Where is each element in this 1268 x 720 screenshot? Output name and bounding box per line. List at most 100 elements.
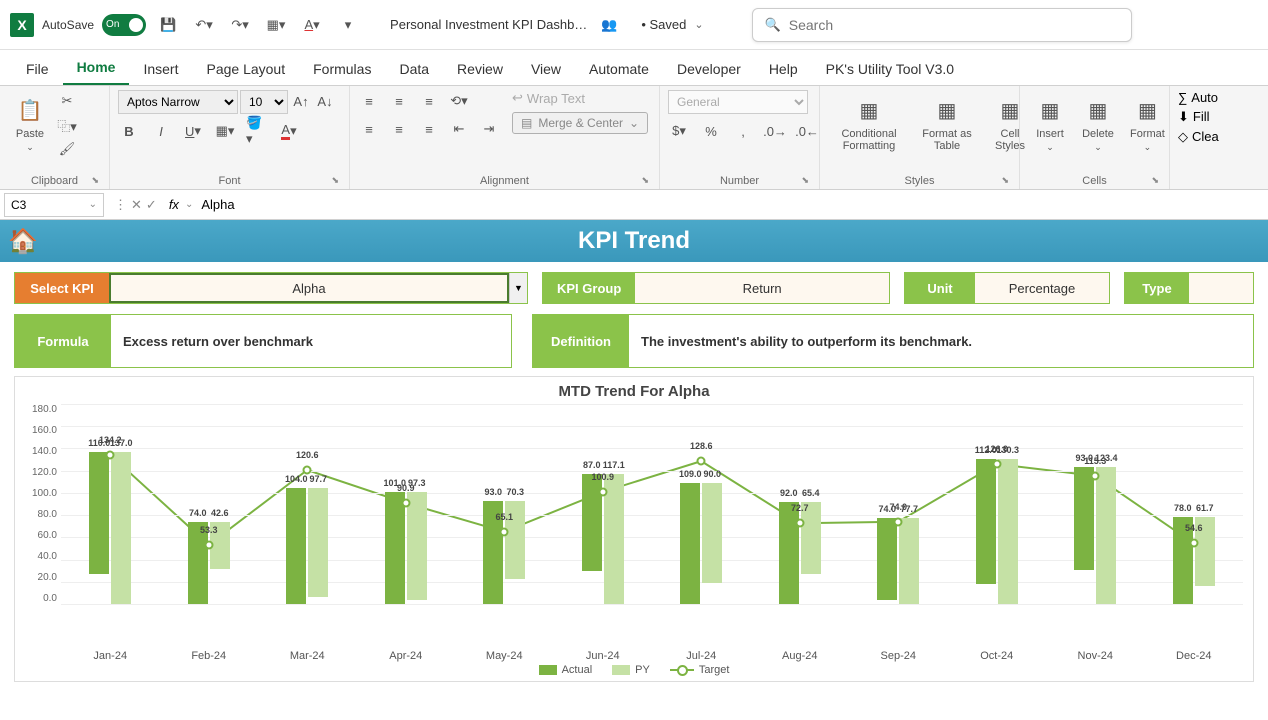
x-axis: Jan-24Feb-24Mar-24Apr-24May-24Jun-24Jul-… bbox=[61, 644, 1243, 662]
formula-input[interactable] bbox=[193, 197, 1268, 212]
decrease-font-icon[interactable]: A↓ bbox=[314, 90, 336, 112]
comma-icon[interactable]: , bbox=[732, 120, 754, 142]
tab-review[interactable]: Review bbox=[443, 53, 517, 85]
format-icon: ▦ bbox=[1131, 94, 1163, 126]
conditional-formatting-button[interactable]: ▦Conditional Formatting bbox=[828, 90, 910, 156]
cut-icon[interactable]: ✂ bbox=[56, 90, 78, 112]
group-alignment-label: Alignment bbox=[358, 173, 651, 189]
chevron-down-icon[interactable]: ⌄ bbox=[694, 18, 703, 31]
underline-icon[interactable]: U▾ bbox=[182, 120, 204, 142]
save-icon[interactable]: 💾 bbox=[154, 11, 182, 39]
dashboard: 🏠 KPI Trend Select KPI Alpha ▼ KPI Group… bbox=[0, 220, 1268, 682]
type-card: Type bbox=[1124, 272, 1254, 304]
formula-card: Formula Excess return over benchmark bbox=[14, 314, 512, 368]
percent-icon[interactable]: % bbox=[700, 120, 722, 142]
fx-icon[interactable]: fx bbox=[163, 197, 185, 212]
expand-icon[interactable]: ⋮ bbox=[114, 197, 127, 213]
paste-button[interactable]: 📋 Paste ⌄ bbox=[8, 90, 52, 157]
tab-data[interactable]: Data bbox=[385, 53, 443, 85]
fill-button[interactable]: ⬇Fill bbox=[1178, 109, 1210, 125]
document-title: Personal Investment KPI Dashb… bbox=[390, 17, 587, 32]
name-box[interactable]: C3⌄ bbox=[4, 193, 104, 217]
tab-automate[interactable]: Automate bbox=[575, 53, 663, 85]
undo-icon[interactable]: ↶▾ bbox=[190, 11, 218, 39]
tab-formulas[interactable]: Formulas bbox=[299, 53, 385, 85]
chart-container: MTD Trend For Alpha 180.0160.0140.0120.0… bbox=[14, 376, 1254, 682]
unit-card: Unit Percentage bbox=[904, 272, 1110, 304]
delete-cells-button[interactable]: ▦Delete⌄ bbox=[1076, 90, 1120, 157]
font-color-icon[interactable]: A▾ bbox=[298, 11, 326, 39]
align-center-icon[interactable]: ≡ bbox=[388, 118, 410, 140]
search-input[interactable] bbox=[789, 17, 1119, 33]
formula-value: Excess return over benchmark bbox=[111, 315, 511, 367]
table-icon: ▦ bbox=[931, 94, 963, 126]
tab-view[interactable]: View bbox=[517, 53, 575, 85]
tab-file[interactable]: File bbox=[12, 53, 63, 85]
font-name-select[interactable]: Aptos Narrow bbox=[118, 90, 238, 114]
align-left-icon[interactable]: ≡ bbox=[358, 118, 380, 140]
align-bottom-icon[interactable]: ≡ bbox=[418, 90, 440, 112]
kpi-dropdown-button[interactable]: ▼ bbox=[509, 273, 527, 303]
enter-icon[interactable]: ✓ bbox=[146, 197, 157, 213]
fx-chevron-icon[interactable]: ⌄ bbox=[185, 199, 193, 210]
currency-icon[interactable]: $▾ bbox=[668, 120, 690, 142]
decrease-decimal-icon[interactable]: .0← bbox=[796, 120, 818, 142]
select-kpi-label: Select KPI bbox=[15, 273, 109, 303]
group-clipboard-label: Clipboard bbox=[8, 173, 101, 189]
align-middle-icon[interactable]: ≡ bbox=[388, 90, 410, 112]
chevron-down-icon[interactable]: ⌄ bbox=[89, 199, 97, 210]
border-icon[interactable]: ▦▾ bbox=[214, 120, 236, 142]
decrease-indent-icon[interactable]: ⇤ bbox=[448, 118, 470, 140]
legend-swatch-py bbox=[612, 665, 630, 675]
tab-page-layout[interactable]: Page Layout bbox=[192, 53, 299, 85]
clear-icon: ◇ bbox=[1178, 129, 1188, 145]
tab-developer[interactable]: Developer bbox=[663, 53, 755, 85]
paste-icon: 📋 bbox=[14, 94, 46, 126]
fill-color-icon[interactable]: 🪣▾ bbox=[246, 120, 268, 142]
format-as-table-button[interactable]: ▦Format as Table bbox=[914, 90, 980, 156]
tab-utility[interactable]: PK's Utility Tool V3.0 bbox=[812, 53, 968, 85]
unit-label: Unit bbox=[905, 273, 975, 303]
autosave-toggle[interactable]: On bbox=[102, 14, 146, 36]
font-size-select[interactable]: 10 bbox=[240, 90, 288, 114]
bold-icon[interactable]: B bbox=[118, 120, 140, 142]
insert-cells-button[interactable]: ▦Insert⌄ bbox=[1028, 90, 1072, 157]
search-box[interactable]: 🔍 bbox=[752, 8, 1132, 42]
tab-insert[interactable]: Insert bbox=[129, 53, 192, 85]
align-right-icon[interactable]: ≡ bbox=[418, 118, 440, 140]
legend-line-target bbox=[670, 669, 694, 671]
orientation-icon[interactable]: ⟲▾ bbox=[448, 90, 470, 112]
autosum-button[interactable]: ∑Auto bbox=[1178, 90, 1218, 105]
formula-label: Formula bbox=[15, 315, 111, 367]
format-cells-button[interactable]: ▦Format⌄ bbox=[1124, 90, 1171, 157]
wrap-text-button[interactable]: ↩Wrap Text bbox=[512, 90, 648, 106]
clear-button[interactable]: ◇Clea bbox=[1178, 129, 1219, 145]
italic-icon[interactable]: I bbox=[150, 120, 172, 142]
merge-center-button[interactable]: ▤Merge & Center⌄ bbox=[512, 112, 648, 134]
copy-icon[interactable]: ⿻▾ bbox=[56, 114, 78, 136]
font-color-icon[interactable]: A▾ bbox=[278, 120, 300, 142]
home-icon[interactable]: 🏠 bbox=[8, 227, 38, 256]
search-icon: 🔍 bbox=[765, 17, 781, 33]
cancel-icon[interactable]: ✕ bbox=[131, 197, 142, 213]
increase-font-icon[interactable]: A↑ bbox=[290, 90, 312, 112]
dashboard-header: 🏠 KPI Trend bbox=[0, 220, 1268, 262]
chevron-down-icon: ⌄ bbox=[629, 116, 639, 130]
type-label: Type bbox=[1125, 273, 1189, 303]
increase-decimal-icon[interactable]: .0→ bbox=[764, 120, 786, 142]
formula-bar: C3⌄ ⋮ ✕ ✓ fx ⌄ bbox=[0, 190, 1268, 220]
saved-status[interactable]: • Saved bbox=[641, 17, 686, 32]
tab-help[interactable]: Help bbox=[755, 53, 812, 85]
borders-icon[interactable]: ▦▾ bbox=[262, 11, 290, 39]
customize-qat-icon[interactable]: ▾ bbox=[334, 11, 362, 39]
share-icon[interactable]: 👥 bbox=[595, 11, 623, 39]
number-format-select[interactable]: General bbox=[668, 90, 808, 114]
tab-home[interactable]: Home bbox=[63, 51, 130, 85]
select-kpi-value[interactable]: Alpha bbox=[109, 273, 509, 303]
format-painter-icon[interactable]: 🖌 bbox=[56, 138, 78, 160]
increase-indent-icon[interactable]: ⇥ bbox=[478, 118, 500, 140]
autosave-label: AutoSave bbox=[42, 18, 94, 32]
chart-plot: 110.0137.0134.274.042.653.3104.097.7120.… bbox=[61, 404, 1243, 604]
redo-icon[interactable]: ↷▾ bbox=[226, 11, 254, 39]
align-top-icon[interactable]: ≡ bbox=[358, 90, 380, 112]
